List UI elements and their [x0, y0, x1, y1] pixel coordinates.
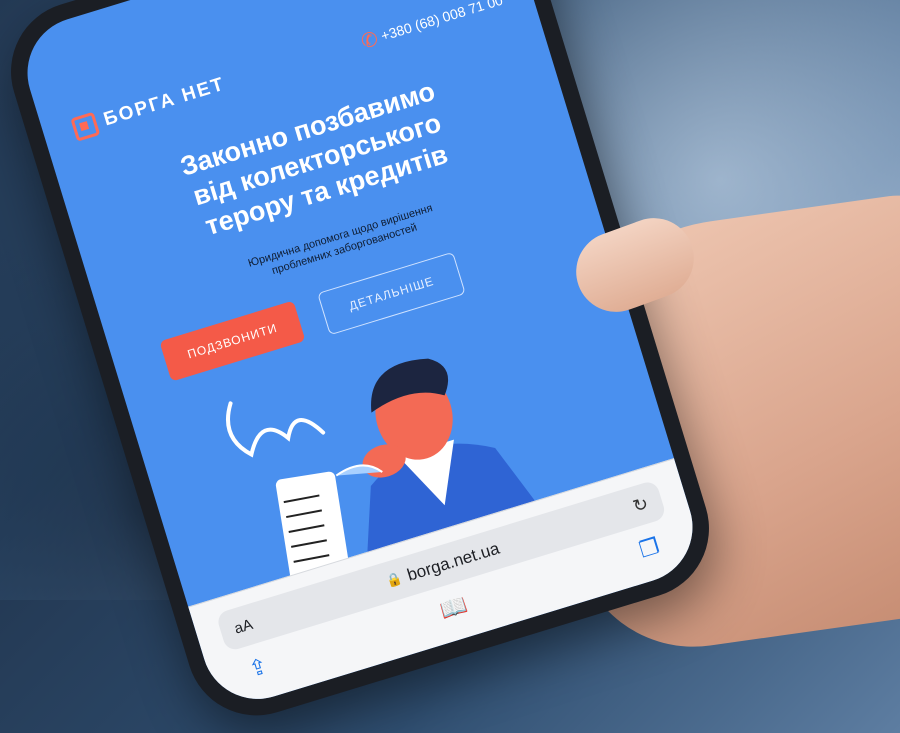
- brand-name: БОРГА НЕТ: [101, 73, 228, 131]
- text-size-button[interactable]: aA: [232, 616, 255, 638]
- lock-icon: 🔒: [384, 570, 405, 590]
- url-text[interactable]: borga.net.ua: [405, 539, 502, 586]
- share-icon[interactable]: ⇪: [246, 654, 271, 683]
- phone-icon: ✆: [358, 27, 381, 54]
- phone-link[interactable]: ✆ +380 (68) 008 71 00: [358, 0, 506, 54]
- phone-number: +380 (68) 008 71 00: [378, 0, 505, 44]
- book-icon[interactable]: 📖: [437, 593, 471, 625]
- brand-logo[interactable]: БОРГА НЕТ: [70, 73, 228, 142]
- logo-icon: [70, 111, 101, 142]
- reload-icon[interactable]: ↻: [630, 493, 651, 517]
- tabs-icon[interactable]: ❐: [636, 534, 662, 564]
